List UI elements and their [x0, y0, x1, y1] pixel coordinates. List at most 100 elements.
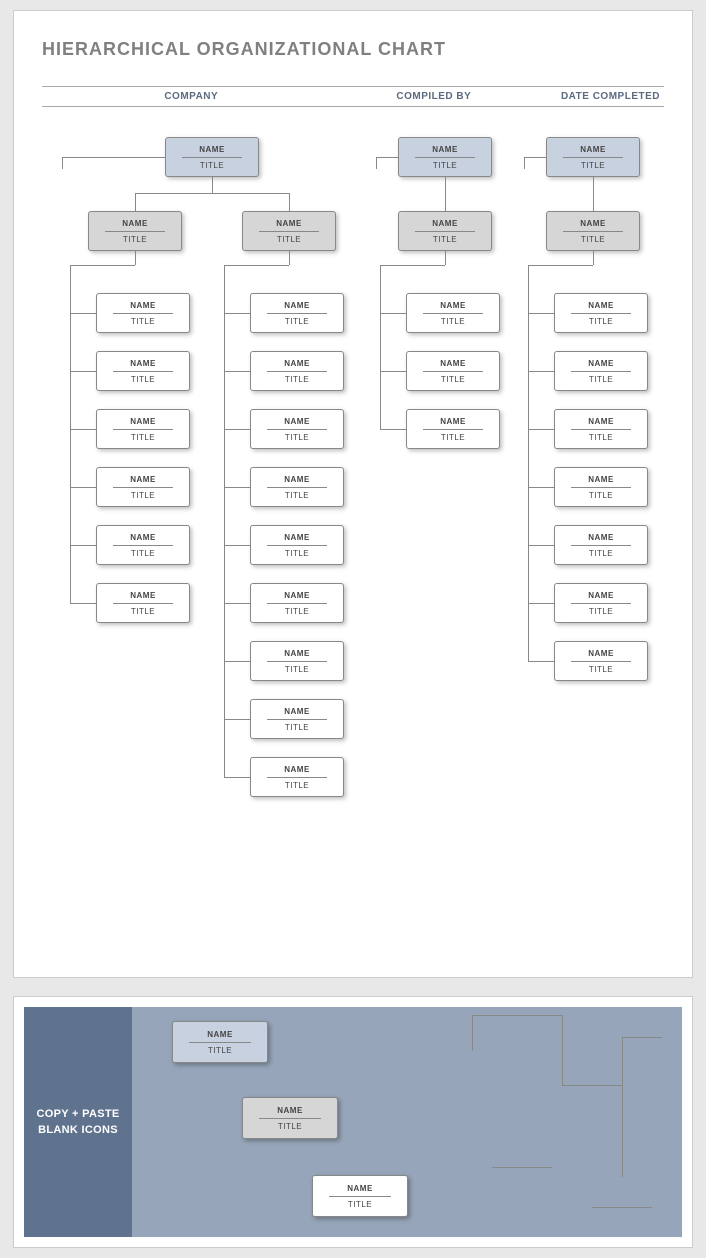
org-node-leaf: NAMETITLE: [96, 293, 190, 333]
node-name: NAME: [563, 219, 623, 232]
connector-v: [135, 251, 136, 265]
connector-v: [380, 265, 381, 429]
node-title: TITLE: [105, 372, 181, 384]
sample-name: NAME: [259, 1106, 321, 1119]
org-node-leaf: NAMETITLE: [96, 351, 190, 391]
node-title: TITLE: [259, 314, 335, 326]
sample-title: TITLE: [321, 1197, 399, 1209]
sample-node-mid: NAME TITLE: [242, 1097, 338, 1139]
node-title: TITLE: [563, 314, 639, 326]
connector-h: [70, 545, 96, 546]
node-title: TITLE: [259, 604, 335, 616]
connector-h: [380, 265, 445, 266]
node-name: NAME: [113, 301, 173, 314]
node-name: NAME: [267, 707, 327, 720]
node-title: TITLE: [563, 662, 639, 674]
org-node-mid: NAMETITLE: [398, 211, 492, 251]
org-node-leaf: NAMETITLE: [554, 409, 648, 449]
connector-h: [70, 265, 135, 266]
org-node-leaf: NAMETITLE: [554, 351, 648, 391]
org-node-leaf: NAMETITLE: [554, 293, 648, 333]
connector-v: [289, 251, 290, 265]
node-name: NAME: [423, 301, 483, 314]
org-node-mid: NAMETITLE: [88, 211, 182, 251]
connector-h: [70, 313, 96, 314]
node-name: NAME: [113, 533, 173, 546]
header-compiled-by: COMPILED BY: [341, 91, 528, 102]
node-title: TITLE: [105, 604, 181, 616]
footer-sample-area: NAME TITLE NAME TITLE NAME TITLE: [132, 1007, 682, 1237]
header-company: COMPANY: [42, 91, 341, 102]
node-title: TITLE: [563, 546, 639, 558]
org-node-leaf: NAMETITLE: [250, 583, 344, 623]
connector-h: [224, 545, 250, 546]
connector-h: [224, 661, 250, 662]
org-node-leaf: NAMETITLE: [96, 409, 190, 449]
node-name: NAME: [415, 219, 475, 232]
node-name: NAME: [182, 145, 242, 158]
node-title: TITLE: [407, 232, 483, 244]
node-name: NAME: [113, 359, 173, 372]
connector-h: [380, 371, 406, 372]
connector-h: [70, 371, 96, 372]
connector-h: [224, 719, 250, 720]
connector-v: [593, 251, 594, 265]
header-row: COMPANY COMPILED BY DATE COMPLETED: [42, 86, 664, 107]
connector-h: [528, 265, 593, 266]
sample-node-top: NAME TITLE: [172, 1021, 268, 1063]
node-title: TITLE: [174, 158, 250, 170]
node-name: NAME: [267, 533, 327, 546]
connector-v: [376, 157, 377, 169]
node-title: TITLE: [415, 314, 491, 326]
node-name: NAME: [423, 417, 483, 430]
node-title: TITLE: [259, 778, 335, 790]
node-name: NAME: [571, 591, 631, 604]
org-node-mid: NAMETITLE: [242, 211, 336, 251]
connector-h: [70, 603, 96, 604]
connector-h: [528, 603, 554, 604]
connector-h: [224, 265, 289, 266]
connector-v: [212, 177, 213, 193]
org-node-mid: NAMETITLE: [546, 211, 640, 251]
node-name: NAME: [563, 145, 623, 158]
sample-name: NAME: [329, 1184, 391, 1197]
connector-h: [528, 661, 554, 662]
connector-h: [380, 429, 406, 430]
connector-h: [224, 487, 250, 488]
org-node-leaf: NAMETITLE: [406, 351, 500, 391]
org-node-leaf: NAMETITLE: [406, 409, 500, 449]
footer-card: COPY + PASTE BLANK ICONS NAME TITLE NAME…: [13, 996, 693, 1248]
org-node-leaf: NAMETITLE: [250, 293, 344, 333]
node-name: NAME: [267, 649, 327, 662]
org-node-leaf: NAMETITLE: [250, 351, 344, 391]
org-node-leaf: NAMETITLE: [96, 467, 190, 507]
connector-h: [224, 313, 250, 314]
node-title: TITLE: [105, 314, 181, 326]
node-title: TITLE: [259, 720, 335, 732]
connector-h: [62, 157, 165, 158]
node-title: TITLE: [555, 158, 631, 170]
node-name: NAME: [267, 765, 327, 778]
org-node-top: NAMETITLE: [546, 137, 640, 177]
node-name: NAME: [113, 591, 173, 604]
sample-title: TITLE: [181, 1043, 259, 1055]
org-node-leaf: NAMETITLE: [250, 525, 344, 565]
node-name: NAME: [571, 301, 631, 314]
node-title: TITLE: [555, 232, 631, 244]
page-title: HIERARCHICAL ORGANIZATIONAL CHART: [42, 39, 664, 60]
connector-h: [528, 487, 554, 488]
connector-h: [224, 429, 250, 430]
org-node-leaf: NAMETITLE: [250, 699, 344, 739]
org-node-leaf: NAMETITLE: [406, 293, 500, 333]
node-title: TITLE: [563, 372, 639, 384]
node-name: NAME: [423, 359, 483, 372]
connector-v: [528, 265, 529, 661]
node-title: TITLE: [259, 546, 335, 558]
node-title: TITLE: [563, 488, 639, 500]
node-title: TITLE: [105, 546, 181, 558]
connector-h: [70, 487, 96, 488]
node-title: TITLE: [105, 488, 181, 500]
sample-title: TITLE: [251, 1119, 329, 1131]
connector-h: [528, 545, 554, 546]
connector-h: [524, 157, 546, 158]
